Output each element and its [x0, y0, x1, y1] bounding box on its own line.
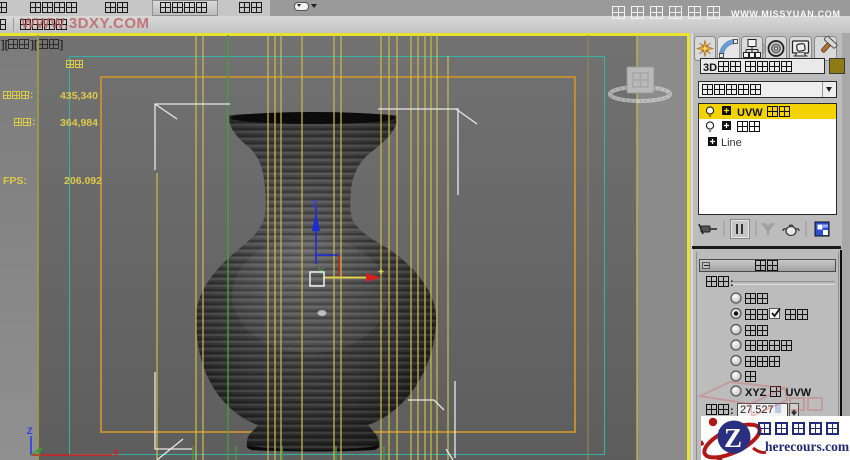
svg-text:Z: Z — [724, 423, 742, 453]
svg-text:Y: Y — [36, 448, 42, 458]
svg-text:Y: Y — [318, 266, 324, 276]
svg-text:X: X — [113, 448, 119, 458]
svg-text:Z: Z — [27, 426, 33, 436]
svg-text:Z: Z — [312, 199, 318, 209]
